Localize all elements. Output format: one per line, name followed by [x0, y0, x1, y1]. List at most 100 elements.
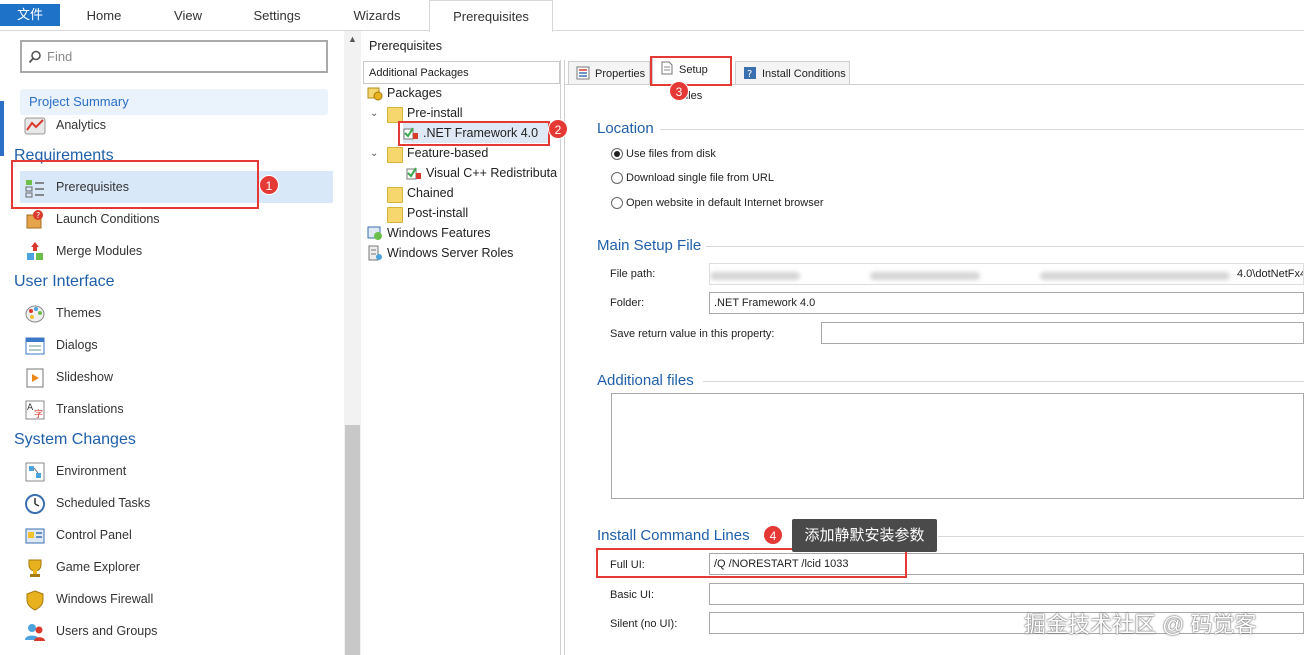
nav-translations-label: Translations [56, 402, 124, 416]
file-path-field[interactable]: 4.0\dotNetFx4 [709, 263, 1304, 285]
annotation-box-1 [11, 160, 259, 209]
folder-icon [387, 187, 403, 203]
basic-ui-label: Basic UI: [610, 589, 655, 601]
tab-wizards[interactable]: Wizards [340, 0, 414, 31]
slideshow-icon [26, 368, 44, 388]
chevron-down-icon[interactable]: ⌄ [370, 108, 378, 119]
section-user-interface: User Interface [14, 273, 115, 290]
launch-conditions-icon: ? [26, 210, 43, 229]
nav-slideshow-label: Slideshow [56, 370, 113, 384]
main-setup-file-title: Main Setup File [597, 237, 702, 254]
folder-label: Folder: [610, 297, 645, 309]
folder-field[interactable]: .NET Framework 4.0 [709, 292, 1304, 314]
translations-icon: A 字 [25, 400, 45, 420]
divider [660, 129, 1304, 130]
nav-analytics[interactable]: Analytics [20, 109, 333, 141]
control-panel-icon [25, 528, 45, 544]
divider [703, 381, 1304, 382]
nav-windows-firewall-label: Windows Firewall [56, 592, 154, 606]
nav-game-explorer[interactable]: Game Explorer [20, 551, 333, 583]
folder-icon [387, 207, 403, 223]
annotation-badge-1: 1 [259, 175, 279, 195]
dialog-icon [25, 337, 45, 355]
palette-icon [25, 305, 45, 323]
nav-slideshow[interactable]: Slideshow [20, 361, 333, 393]
packages-icon [367, 87, 383, 101]
redacted-blur [870, 272, 980, 280]
tree-pre-install-label: Pre-install [407, 106, 463, 120]
nav-dialogs-label: Dialogs [56, 338, 98, 352]
annotation-badge-4: 4 [763, 525, 783, 545]
nav-scheduled-tasks[interactable]: Scheduled Tasks [20, 487, 333, 519]
nav-themes[interactable]: Themes [20, 297, 333, 329]
tree-post-install-label: Post-install [407, 206, 469, 220]
divider [938, 536, 1304, 537]
nav-control-panel[interactable]: Control Panel [20, 519, 333, 551]
additional-packages-header: Additional Packages [363, 61, 560, 84]
tab-install-conditions[interactable]: ? Install Conditions [735, 61, 850, 85]
install-command-lines-title: Install Command Lines [597, 527, 750, 544]
tab-prerequisites[interactable]: Prerequisites [429, 0, 553, 32]
tab-properties-label: Properties [595, 68, 646, 80]
radio-use-files-label: Use files from disk [626, 148, 716, 160]
tree-item-vcpp[interactable]: Visual C++ Redistributa [406, 163, 560, 183]
tab-home[interactable]: Home [72, 0, 136, 31]
svg-text:?: ? [747, 69, 752, 80]
annotation-box-4 [596, 548, 907, 578]
nav-launch-conditions-label: Launch Conditions [56, 212, 160, 226]
properties-icon [576, 66, 590, 80]
scrollbar-thumb[interactable] [345, 425, 360, 655]
svg-text:A: A [27, 403, 34, 413]
find-input[interactable]: Find [20, 40, 328, 73]
trophy-icon [28, 559, 42, 577]
annotation-badge-2: 2 [548, 119, 568, 139]
nav-scheduled-tasks-label: Scheduled Tasks [56, 496, 151, 510]
tab-settings[interactable]: Settings [240, 0, 314, 31]
nav-environment[interactable]: Environment [20, 455, 333, 487]
environment-icon [25, 462, 45, 482]
tab-install-conditions-label: Install Conditions [762, 68, 846, 80]
tab-file[interactable]: 文件 [0, 4, 60, 26]
radio-unselected-icon [611, 197, 623, 209]
redacted-blur [710, 272, 800, 280]
find-placeholder: Find [47, 49, 73, 64]
package-check-icon [406, 167, 421, 180]
users-icon [25, 624, 45, 641]
radio-open-website-label: Open website in default Internet browser [626, 197, 824, 209]
file-path-value: 4.0\dotNetFx4 [1237, 268, 1304, 280]
nav-environment-label: Environment [56, 464, 127, 478]
ribbon-tab-bar: 文件 Home View Settings Wizards Prerequisi… [0, 0, 1304, 32]
nav-users-and-groups-label: Users and Groups [56, 624, 158, 638]
tree-feature-based-label: Feature-based [407, 146, 489, 160]
scroll-up-icon[interactable]: ▲ [348, 34, 357, 44]
left-scrollbar[interactable]: ▲ [344, 31, 361, 655]
nav-users-and-groups[interactable]: Users and Groups [20, 615, 333, 647]
merge-modules-icon [27, 242, 43, 260]
redacted-blur [1040, 272, 1230, 280]
nav-merge-modules[interactable]: Merge Modules [20, 235, 333, 267]
tab-properties[interactable]: Properties [568, 61, 650, 85]
tab-view[interactable]: View [158, 0, 218, 31]
location-group-title: Location [597, 120, 654, 137]
nav-accent-bar [0, 101, 4, 156]
tree-windows-server-roles-label: Windows Server Roles [387, 246, 514, 260]
nav-themes-label: Themes [56, 306, 102, 320]
analytics-icon [24, 117, 46, 135]
basic-ui-field[interactable] [709, 583, 1304, 605]
svg-text:字: 字 [34, 408, 43, 420]
nav-translations[interactable]: A 字 Translations [20, 393, 333, 425]
nav-dialogs[interactable]: Dialogs [20, 329, 333, 361]
nav-game-explorer-label: Game Explorer [56, 560, 141, 574]
left-nav-panel: Find Project Summary Analytics Requireme… [0, 31, 344, 655]
additional-files-list[interactable] [611, 393, 1304, 499]
tree-windows-features-label: Windows Features [387, 226, 491, 240]
nav-windows-firewall[interactable]: Windows Firewall [20, 583, 333, 615]
server-roles-icon [368, 245, 382, 261]
save-return-value-field[interactable] [821, 322, 1304, 344]
watermark: 掘金技术社区 @ 码觉客 [1024, 612, 1257, 637]
section-system-changes: System Changes [14, 431, 136, 448]
radio-download-label: Download single file from URL [626, 172, 774, 184]
chevron-down-icon[interactable]: ⌄ [370, 148, 378, 159]
tree-chained-label: Chained [407, 186, 454, 200]
file-path-label: File path: [610, 268, 656, 280]
